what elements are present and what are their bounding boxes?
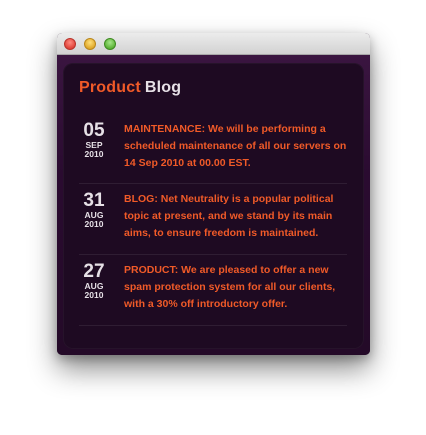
close-window-button[interactable] — [64, 38, 76, 50]
blog-post[interactable]: 27 AUG 2010 PRODUCT: We are pleased to o… — [79, 262, 349, 332]
post-day: 27 — [83, 261, 105, 282]
blog-widget: Product Blog 05 SEP 2010 MAINTENANCE: We … — [63, 63, 364, 349]
post-divider — [79, 254, 347, 255]
post-date: 31 AUG 2010 — [79, 191, 109, 229]
widget-title-product: Product — [79, 79, 141, 96]
post-divider — [79, 325, 347, 326]
post-text[interactable]: MAINTENANCE: We will be performing a sch… — [124, 121, 352, 172]
window-content: Product Blog 05 SEP 2010 MAINTENANCE: We … — [57, 55, 370, 355]
post-day: 31 — [83, 190, 105, 211]
app-window: Product Blog 05 SEP 2010 MAINTENANCE: We … — [57, 33, 370, 355]
widget-title: Product Blog — [79, 79, 181, 97]
post-text[interactable]: BLOG: Net Neutrality is a popular politi… — [124, 191, 352, 242]
post-year: 2010 — [84, 219, 104, 229]
post-year: 2010 — [84, 149, 104, 159]
post-date: 05 SEP 2010 — [79, 121, 109, 159]
title-bar[interactable] — [57, 33, 370, 55]
post-date: 27 AUG 2010 — [79, 262, 109, 300]
post-text[interactable]: PRODUCT: We are pleased to offer a new s… — [124, 262, 352, 313]
blog-post[interactable]: 31 AUG 2010 BLOG: Net Neutrality is a po… — [79, 191, 349, 261]
post-year: 2010 — [84, 290, 104, 300]
widget-title-blog: Blog — [144, 79, 182, 96]
post-day: 05 — [83, 120, 105, 141]
zoom-window-button[interactable] — [104, 38, 116, 50]
post-divider — [79, 183, 347, 184]
minimize-window-button[interactable] — [84, 38, 96, 50]
blog-post[interactable]: 05 SEP 2010 MAINTENANCE: We will be perf… — [79, 121, 349, 191]
